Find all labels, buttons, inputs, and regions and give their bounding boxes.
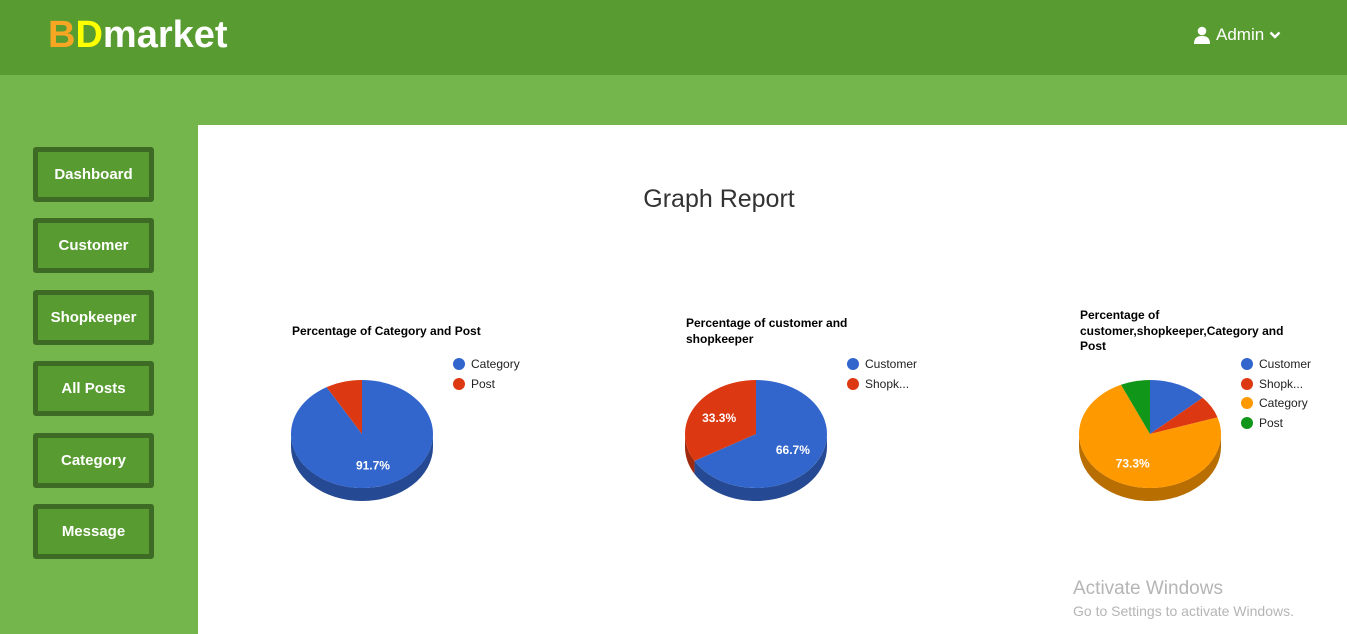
pie-slice-label-2: 73.3% <box>1116 457 1150 471</box>
legend-item: Category <box>1241 393 1311 413</box>
sidebar: Dashboard Customer Shopkeeper All Posts … <box>0 125 198 634</box>
chart-3-title-line: customer,shopkeeper,Category and <box>1080 323 1284 338</box>
logo-letter-d: D <box>75 14 103 56</box>
sidebar-item-label: Message <box>61 523 126 540</box>
sidebar-item-dashboard[interactable]: Dashboard <box>33 147 154 202</box>
legend-label: Shopk... <box>865 376 910 391</box>
legend-dot <box>847 377 859 390</box>
chart-1-title-line: Percentage of Category and Post <box>292 324 481 338</box>
legend-label: Post <box>1259 415 1284 430</box>
legend-dot <box>1241 357 1253 370</box>
admin-label: Admin <box>1216 25 1265 44</box>
chart-2-title-line: Percentage of customer and <box>686 316 848 330</box>
legend-label: Customer <box>1259 356 1312 371</box>
chart-3-title-line: Post <box>1080 339 1107 353</box>
sidebar-item-label: All Posts <box>61 380 126 397</box>
chart-1-pie: 91.7% <box>291 380 433 501</box>
chart-3-pie: 73.3% <box>1079 380 1221 501</box>
main-content: Graph Report Percentage of Category and … <box>198 125 1347 634</box>
chart-1-title: Percentage of Category and Post <box>292 324 481 340</box>
page-title: Graph Report <box>643 185 795 213</box>
chart-2-pie: 66.7% 33.3% <box>685 380 827 501</box>
sidebar-item-label: Category <box>60 452 127 469</box>
pie-slice-label-0: 66.7% <box>776 443 810 457</box>
sidebar-item-label: Dashboard <box>54 166 133 183</box>
pie-slice-label-1: 33.3% <box>702 411 736 425</box>
sidebar-item-label: Customer <box>58 237 129 254</box>
pie-slice-label-0: 91.7% <box>356 458 390 472</box>
sidebar-item-all-posts[interactable]: All Posts <box>33 361 154 416</box>
sidebar-item-category[interactable]: Category <box>33 433 154 488</box>
legend-item: Shopk... <box>847 374 917 394</box>
legend-dot <box>847 357 859 370</box>
admin-user-menu[interactable]: Admin <box>1193 24 1281 46</box>
legend-dot <box>453 357 465 370</box>
chart-3-legend: Customer Shopk... Category Post <box>1241 354 1311 433</box>
legend-label: Category <box>1259 396 1308 411</box>
legend-item: Customer <box>847 354 917 374</box>
chart-1-legend: Category Post <box>453 354 520 393</box>
legend-item: Customer <box>1241 354 1311 374</box>
legend-dot <box>1241 397 1253 410</box>
logo-text-market: market <box>102 14 228 56</box>
chart-2-title-line: shopkeeper <box>686 331 754 346</box>
legend-item: Category <box>453 354 520 374</box>
chart-2-title: Percentage of customer and shopkeeper <box>686 316 847 347</box>
legend-dot <box>453 377 465 390</box>
legend-label: Post <box>471 376 496 391</box>
watermark-line-1: Activate Windows <box>1073 578 1223 599</box>
activate-windows-watermark: Activate Windows Go to Settings to activ… <box>1073 578 1294 621</box>
sidebar-item-label: Shopkeeper <box>50 309 137 326</box>
sidebar-item-customer[interactable]: Customer <box>33 218 154 273</box>
user-icon <box>1193 26 1211 44</box>
legend-item: Shopk... <box>1241 374 1311 394</box>
chart-3-title: Percentage of customer,shopkeeper,Catego… <box>1080 308 1283 355</box>
legend-label: Customer <box>865 356 918 371</box>
chart-2-legend: Customer Shopk... <box>847 354 917 393</box>
top-header: BDmarket Admin <box>0 0 1347 75</box>
watermark-line-2: Go to Settings to activate Windows. <box>1073 603 1294 619</box>
sidebar-item-shopkeeper[interactable]: Shopkeeper <box>33 290 154 345</box>
legend-dot <box>1241 377 1253 390</box>
legend-item: Post <box>1241 413 1311 433</box>
chevron-down-icon <box>1269 30 1281 40</box>
sidebar-item-message[interactable]: Message <box>33 504 154 559</box>
brand-logo[interactable]: BDmarket <box>48 13 228 57</box>
legend-dot <box>1241 416 1253 429</box>
chart-3-title-line: Percentage of <box>1080 308 1160 322</box>
legend-label: Category <box>471 356 520 371</box>
logo-letter-b: B <box>48 14 76 56</box>
legend-label: Shopk... <box>1259 376 1304 391</box>
legend-item: Post <box>453 374 520 394</box>
